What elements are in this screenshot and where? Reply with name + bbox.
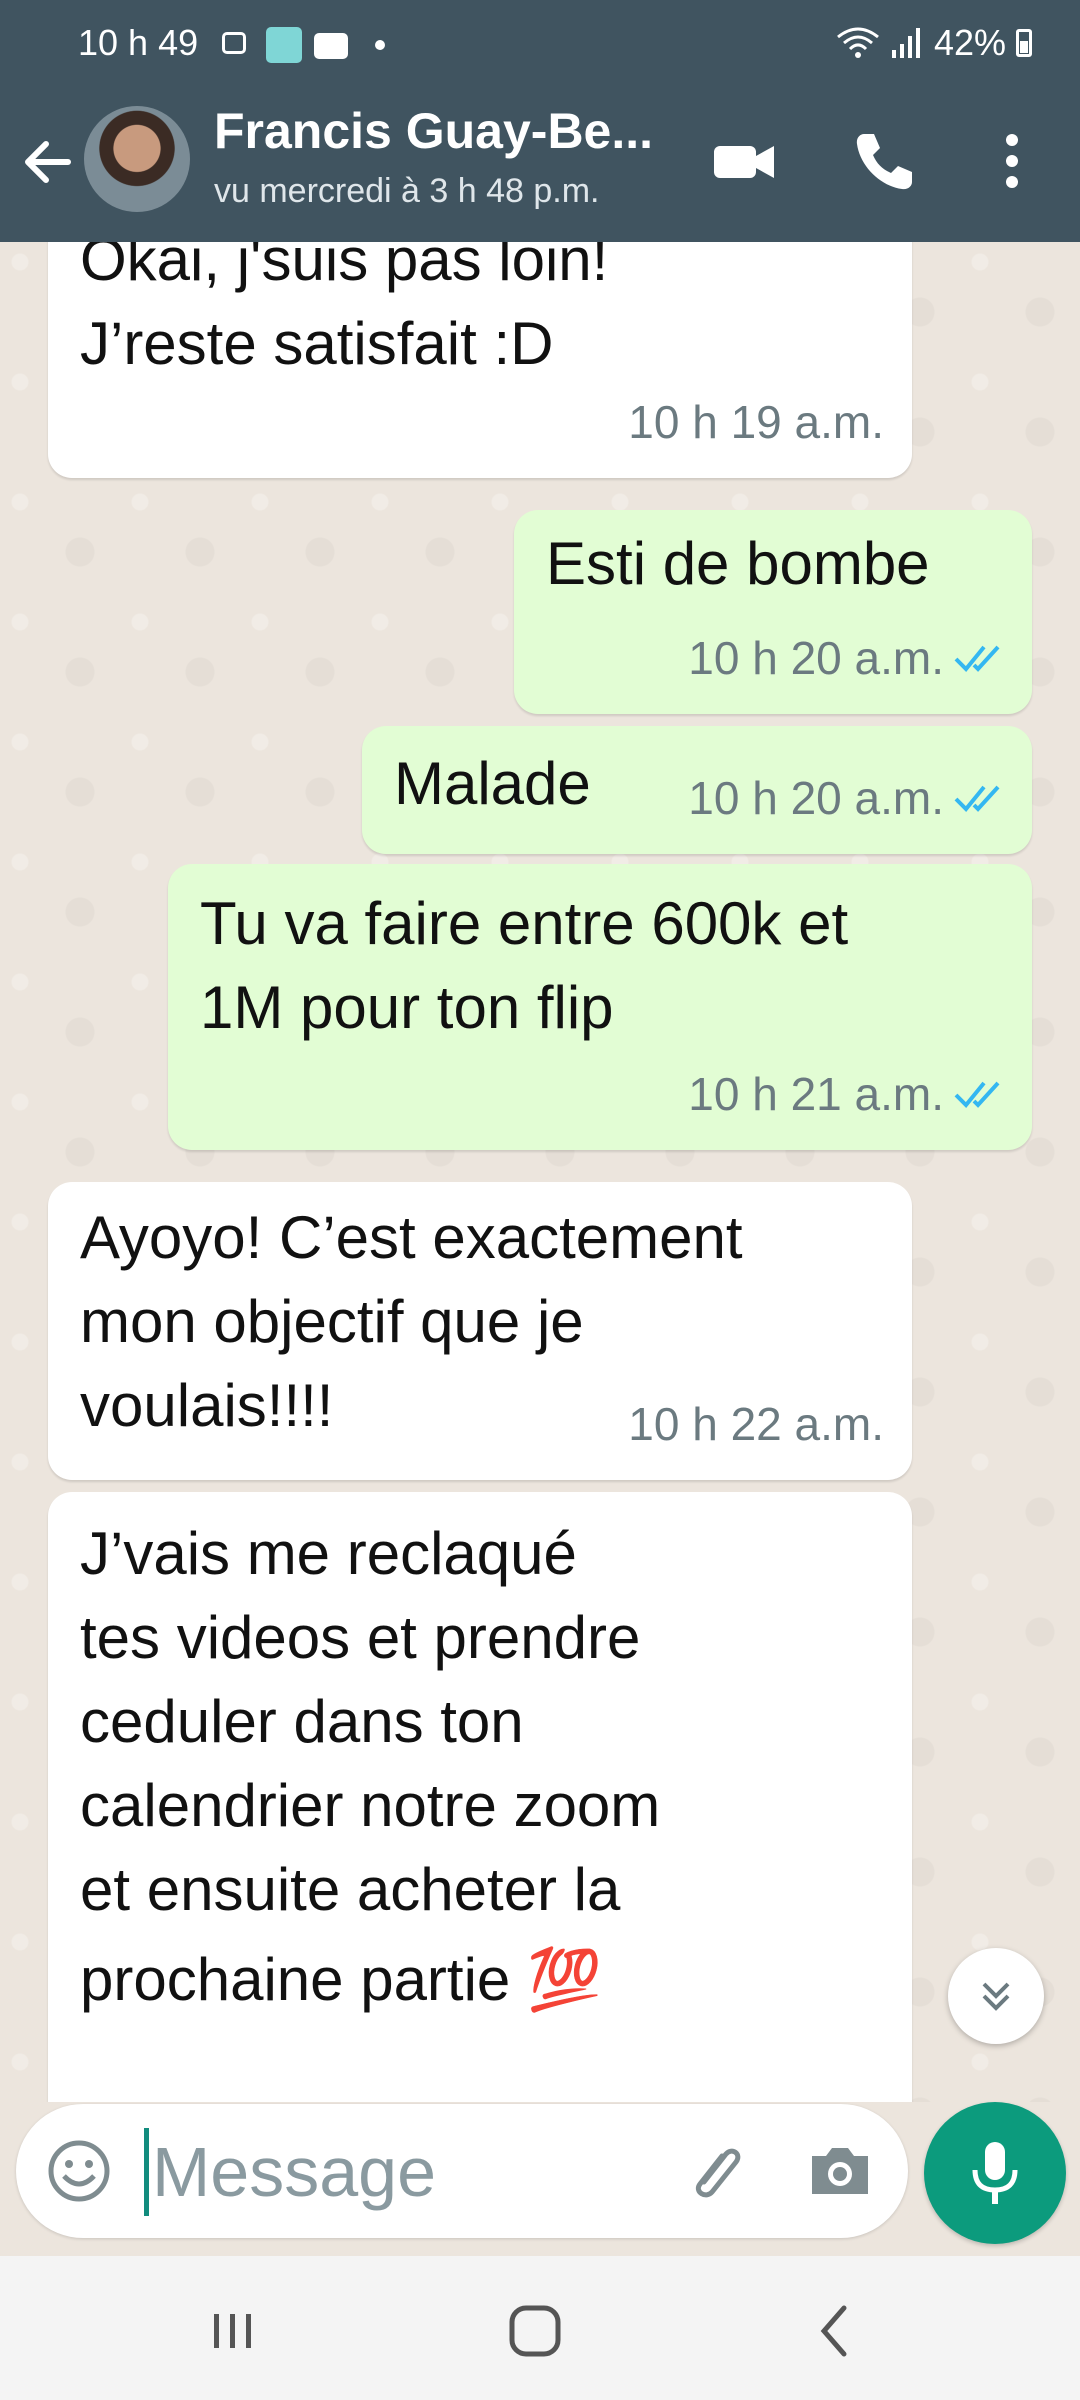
message-time: 10 h 20 a.m.	[688, 632, 944, 684]
message-bubble-incoming[interactable]: J’vais me reclaqué tes videos et prendre…	[48, 1492, 912, 2102]
back-icon[interactable]	[802, 2296, 872, 2366]
message-list[interactable]: Okai, j'suis pas loin! J’reste satisfait…	[0, 242, 1080, 2102]
emoji-icon[interactable]	[44, 2136, 114, 2206]
avatar[interactable]	[84, 106, 190, 212]
message-time: 10 h 22 a.m.	[628, 1398, 884, 1450]
text-cursor	[144, 2128, 149, 2216]
message-meta: 10 h 20 a.m.	[688, 616, 1004, 700]
paperclip-icon[interactable]	[682, 2136, 752, 2206]
recent-apps-icon[interactable]	[198, 2296, 268, 2366]
double-check-icon	[954, 1081, 1000, 1108]
message-input[interactable]	[150, 2126, 674, 2218]
status-bar: 10 h 49 42%	[0, 0, 1080, 92]
status-indicators: 42%	[836, 22, 1032, 64]
message-text: J’vais me reclaqué tes videos et prendre…	[80, 1520, 661, 2013]
app-notification-icon	[266, 27, 302, 63]
last-seen-status[interactable]: vu mercredi à 3 h 48 p.m.	[214, 172, 600, 211]
voice-message-button[interactable]	[924, 2102, 1066, 2244]
contact-name[interactable]: Francis Guay-Be...	[214, 102, 654, 160]
microphone-icon	[972, 2142, 1018, 2204]
more-vert-icon[interactable]	[990, 126, 1060, 196]
status-time: 10 h 49	[78, 22, 199, 63]
message-text: Esti de bombe	[546, 530, 930, 597]
home-icon[interactable]	[500, 2296, 570, 2366]
scroll-to-bottom-button[interactable]	[948, 1948, 1044, 2044]
message-time: 10 h 21 a.m.	[688, 1068, 944, 1120]
message-time: 10 h 20 a.m.	[688, 772, 944, 824]
video-call-icon[interactable]	[710, 126, 780, 196]
signal-icon	[891, 28, 920, 58]
message-bubble-incoming[interactable]: Okai, j'suis pas loin! J’reste satisfait…	[48, 242, 912, 478]
more-notifications-icon	[375, 40, 385, 50]
message-composer	[16, 2104, 908, 2238]
message-text: Okai, j'suis pas loin! J’reste satisfait…	[80, 242, 609, 377]
chat-header: Francis Guay-Be... vu mercredi à 3 h 48 …	[0, 92, 1080, 242]
battery-percent: 42%	[933, 22, 1006, 63]
message-bubble-outgoing[interactable]: Malade 10 h 20 a.m.	[362, 726, 1032, 854]
gallery-notification-icon	[222, 32, 246, 54]
system-navigation-bar	[0, 2256, 1080, 2400]
message-text: Tu va faire entre 600k et 1M pour ton fl…	[200, 890, 849, 1041]
message-meta: 10 h 19 a.m.	[628, 380, 884, 464]
message-text: Malade	[394, 750, 591, 817]
double-check-icon	[954, 645, 1000, 672]
phone-icon[interactable]	[850, 126, 920, 196]
app-notification-icon	[314, 33, 348, 59]
message-bubble-incoming[interactable]: Ayoyo! C’est exactement mon objectif que…	[48, 1182, 912, 1480]
message-time: 10 h 19 a.m.	[628, 396, 884, 448]
double-chevron-down-icon	[982, 1982, 1010, 2011]
battery-icon	[1016, 29, 1032, 57]
message-meta: 10 h 20 a.m.	[688, 756, 1004, 840]
double-check-icon	[954, 785, 1000, 812]
message-meta: 10 h 21 a.m.	[688, 1052, 1004, 1136]
wifi-icon	[837, 27, 879, 58]
message-bubble-outgoing[interactable]: Tu va faire entre 600k et 1M pour ton fl…	[168, 864, 1032, 1150]
camera-icon[interactable]	[804, 2136, 876, 2206]
arrow-left-icon[interactable]	[18, 132, 78, 192]
message-bubble-outgoing[interactable]: Esti de bombe 10 h 20 a.m.	[514, 510, 1032, 714]
message-meta: 10 h 22 a.m.	[628, 1382, 884, 1466]
